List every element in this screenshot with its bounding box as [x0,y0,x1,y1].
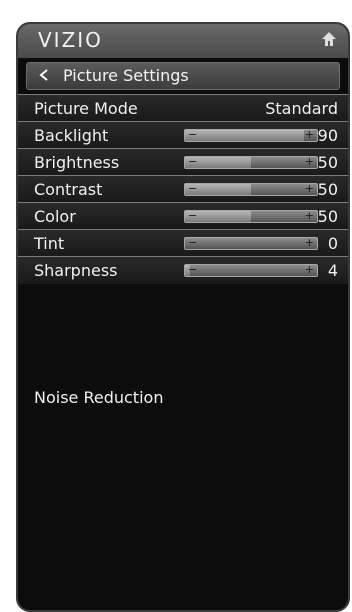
setting-row-backlight[interactable]: Backlight − + 90 [18,121,348,149]
setting-row-tint[interactable]: Tint − + 0 [18,229,348,257]
setting-label: Picture Mode [34,99,138,118]
setting-value: 50 [317,207,338,226]
page-title: Picture Settings [63,66,189,85]
slider[interactable]: − + [184,183,318,196]
chevron-left-icon[interactable] [39,69,49,81]
setting-value: 50 [317,180,338,199]
page-header: Picture Settings [26,62,340,90]
minus-icon: − [188,263,198,276]
plus-icon: + [304,128,314,141]
minus-icon: − [188,236,198,249]
setting-label: Brightness [34,153,120,172]
minus-icon: − [188,155,198,168]
setting-value: 90 [317,126,338,145]
setting-label: Sharpness [34,261,118,280]
slider-fill [185,130,304,141]
setting-label: Contrast [34,180,103,199]
setting-value: 0 [327,234,338,253]
plus-icon: + [304,155,314,168]
setting-row-sharpness[interactable]: Sharpness − + 4 [18,256,348,284]
minus-icon: − [188,128,198,141]
slider[interactable]: − + [184,210,318,223]
tv-screen: VIZIO Picture Settings Picture Mode Stan… [16,22,350,612]
slider[interactable]: − + [184,129,318,142]
brand-logo: VIZIO [38,28,103,52]
slider[interactable]: − + [184,237,318,250]
setting-row-contrast[interactable]: Contrast − + 50 [18,175,348,203]
plus-icon: + [304,236,314,249]
setting-label: Tint [34,234,65,253]
minus-icon: − [188,209,198,222]
home-icon[interactable] [320,30,338,48]
setting-label: Backlight [34,126,109,145]
noise-reduction-item[interactable]: Noise Reduction [34,388,163,407]
setting-value: Standard [265,99,338,118]
minus-icon: − [188,182,198,195]
setting-row-brightness[interactable]: Brightness − + 50 [18,148,348,176]
top-bar: VIZIO [18,24,348,58]
plus-icon: + [304,182,314,195]
slider[interactable]: − + [184,264,318,277]
plus-icon: + [304,209,314,222]
setting-row-color[interactable]: Color − + 50 [18,202,348,230]
setting-value: 50 [317,153,338,172]
setting-row-picture-mode[interactable]: Picture Mode Standard [18,94,348,122]
setting-label: Color [34,207,76,226]
plus-icon: + [304,263,314,276]
slider[interactable]: − + [184,156,318,169]
setting-value: 4 [327,261,338,280]
